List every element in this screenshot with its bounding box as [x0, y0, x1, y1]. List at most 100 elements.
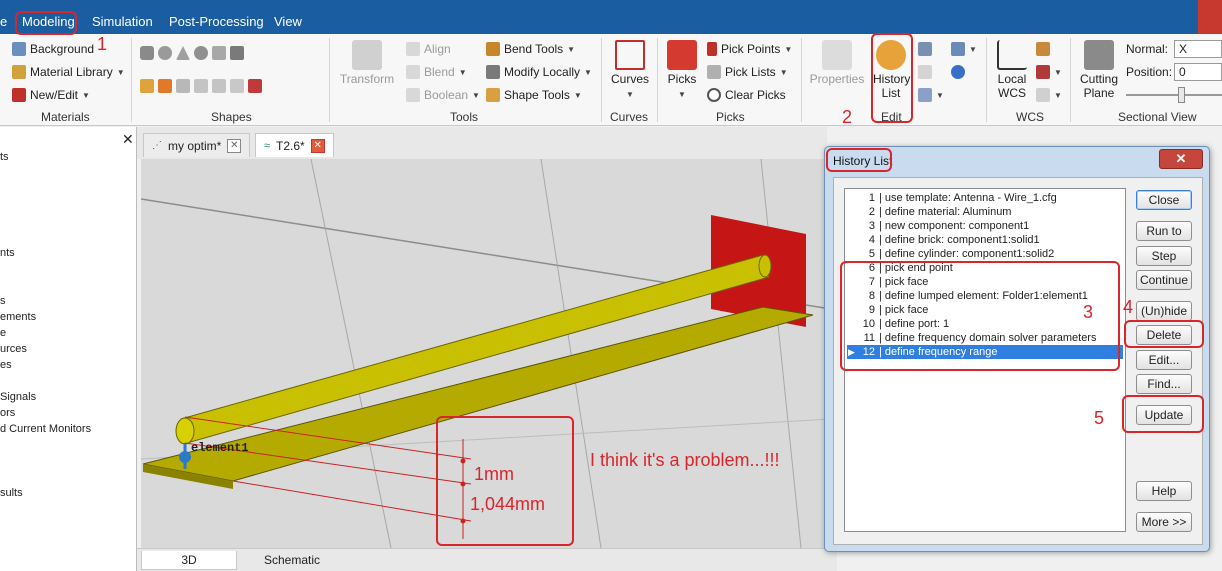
tab-t2-6[interactable]: ≈ T2.6* ✕ — [255, 133, 334, 157]
history-row[interactable]: 5 | define cylinder: component1:solid2 — [847, 247, 1123, 261]
properties-button[interactable]: Properties — [806, 40, 868, 86]
annotation-box-dialog-title — [826, 148, 892, 172]
cone-icon[interactable] — [176, 46, 190, 60]
info-icon[interactable] — [951, 65, 965, 79]
blend-button[interactable]: Blend ▼ — [406, 65, 467, 79]
transform-button[interactable]: Transform — [338, 40, 396, 86]
tree-item[interactable]: d Current Monitors — [0, 423, 91, 435]
more-button[interactable]: More >> — [1136, 512, 1192, 532]
wcs-align-icon[interactable] — [1036, 42, 1050, 56]
pick-lists-button[interactable]: Pick Lists ▼ — [707, 65, 788, 79]
history-row[interactable]: 3 | new component: component1 — [847, 219, 1123, 233]
align-button[interactable]: Align — [406, 42, 451, 56]
close-button[interactable]: Close — [1136, 190, 1192, 210]
history-row[interactable]: 4 | define brick: component1:solid1 — [847, 233, 1123, 247]
tab-3d[interactable]: 3D — [141, 551, 237, 570]
section-slider-track[interactable] — [1126, 94, 1222, 96]
material-library-button[interactable]: Material Library ▼ — [12, 65, 125, 79]
brick-icon[interactable] — [140, 46, 154, 60]
window-close-button[interactable] — [1198, 0, 1222, 34]
shape-tool-icon[interactable] — [158, 79, 172, 93]
close-icon[interactable]: ✕ — [122, 131, 134, 148]
chevron-down-icon: ▼ — [116, 67, 125, 77]
pick-points-label: Pick Points — [721, 42, 781, 56]
annotation-box-delete — [1124, 320, 1204, 348]
wcs-transform-icon[interactable] — [1036, 65, 1050, 79]
history-row[interactable]: 2 | define material: Aluminum — [847, 205, 1123, 219]
calculator-icon[interactable] — [918, 42, 932, 56]
menu-view[interactable]: View — [274, 14, 302, 29]
curve-shape-icon[interactable] — [212, 79, 226, 93]
bend-icon[interactable] — [248, 79, 262, 93]
bend-tools-button[interactable]: Bend Tools ▼ — [486, 42, 575, 56]
tree-item[interactable]: s — [0, 295, 6, 307]
history-row-number: 4 — [868, 234, 875, 246]
tree-item[interactable]: e — [0, 327, 6, 339]
cutting-plane-label: Cutting Plane — [1079, 72, 1119, 100]
annotation-box-history — [871, 33, 913, 123]
tree-item[interactable]: urces — [0, 343, 27, 355]
shape-tools-button[interactable]: Shape Tools ▼ — [486, 88, 582, 102]
shape-tool-icon[interactable] — [194, 79, 208, 93]
align-label: Align — [424, 42, 451, 56]
tab-my-optim[interactable]: ⋰ my optim* ✕ — [143, 133, 251, 157]
step-button[interactable]: Step — [1136, 246, 1192, 266]
cutting-plane-button[interactable]: Cutting Plane — [1074, 40, 1124, 100]
material-library-icon — [12, 65, 26, 79]
tab-schematic[interactable]: Schematic — [252, 551, 332, 569]
local-wcs-button[interactable]: Local WCS — [992, 40, 1032, 100]
macro-icon[interactable] — [918, 88, 932, 102]
torus-icon[interactable] — [194, 46, 208, 60]
tab-label: T2.6* — [276, 138, 305, 153]
cylinder-icon[interactable] — [212, 46, 226, 60]
run-to-button[interactable]: Run to — [1136, 221, 1192, 241]
find-button[interactable]: Find... — [1136, 374, 1192, 394]
boolean-button[interactable]: Boolean ▼ — [406, 88, 480, 102]
dialog-close-button[interactable]: ✕ — [1159, 149, 1203, 169]
curve-icon: ⋰ — [152, 140, 162, 151]
parametric-icon[interactable] — [918, 65, 932, 79]
new-edit-material-button[interactable]: New/Edit ▼ — [12, 88, 90, 102]
unhide-button[interactable]: (Un)hide — [1136, 301, 1192, 321]
edit-button[interactable]: Edit... — [1136, 350, 1192, 370]
picks-button[interactable]: Picks ▼ — [662, 40, 702, 102]
tree-item[interactable]: ements — [0, 311, 36, 323]
normal-field[interactable]: X — [1174, 40, 1222, 58]
section-slider-handle[interactable] — [1178, 87, 1185, 103]
tree-item[interactable]: ts — [0, 151, 9, 163]
close-icon[interactable]: ✕ — [227, 138, 242, 153]
close-icon[interactable]: ✕ — [310, 138, 325, 153]
extrude-icon[interactable] — [230, 46, 244, 60]
shape-tool-icon[interactable] — [176, 79, 190, 93]
help-button[interactable]: Help — [1136, 481, 1192, 501]
background-button[interactable]: Background — [12, 42, 94, 56]
tree-item[interactable]: es — [0, 359, 12, 371]
properties-icon — [822, 40, 852, 70]
wcs-reset-icon[interactable] — [1036, 88, 1050, 102]
history-row[interactable]: 1 | use template: Antenna - Wire_1.cfg — [847, 191, 1123, 205]
divider — [329, 38, 330, 122]
pick-points-button[interactable]: Pick Points ▼ — [707, 42, 792, 56]
annotation-box-update — [1122, 395, 1204, 433]
shape-tool-icon[interactable] — [140, 79, 154, 93]
menu-item-partial[interactable]: e — [0, 14, 7, 29]
menu-post-processing[interactable]: Post-Processing — [169, 14, 264, 29]
history-row-text: | define brick: component1:solid1 — [879, 234, 1040, 246]
text-tool-icon[interactable] — [951, 42, 965, 56]
modify-locally-button[interactable]: Modify Locally ▼ — [486, 65, 592, 79]
tree-item[interactable]: Signals — [0, 391, 36, 403]
curves-button[interactable]: Curves ▼ — [608, 40, 652, 102]
continue-button[interactable]: Continue — [1136, 270, 1192, 290]
wave-icon[interactable] — [230, 79, 244, 93]
chevron-down-icon: ▼ — [626, 90, 634, 99]
tree-item[interactable]: nts — [0, 247, 15, 259]
clear-picks-button[interactable]: Clear Picks — [707, 88, 786, 102]
sphere-icon[interactable] — [158, 46, 172, 60]
tree-item[interactable]: ors — [0, 407, 15, 419]
chevron-down-icon: ▼ — [784, 44, 793, 54]
menu-simulation[interactable]: Simulation — [92, 14, 153, 29]
chevron-down-icon: ▼ — [458, 67, 467, 77]
tree-item[interactable]: sults — [0, 487, 23, 499]
chevron-down-icon: ▼ — [567, 44, 576, 54]
position-field[interactable]: 0 — [1174, 63, 1222, 81]
